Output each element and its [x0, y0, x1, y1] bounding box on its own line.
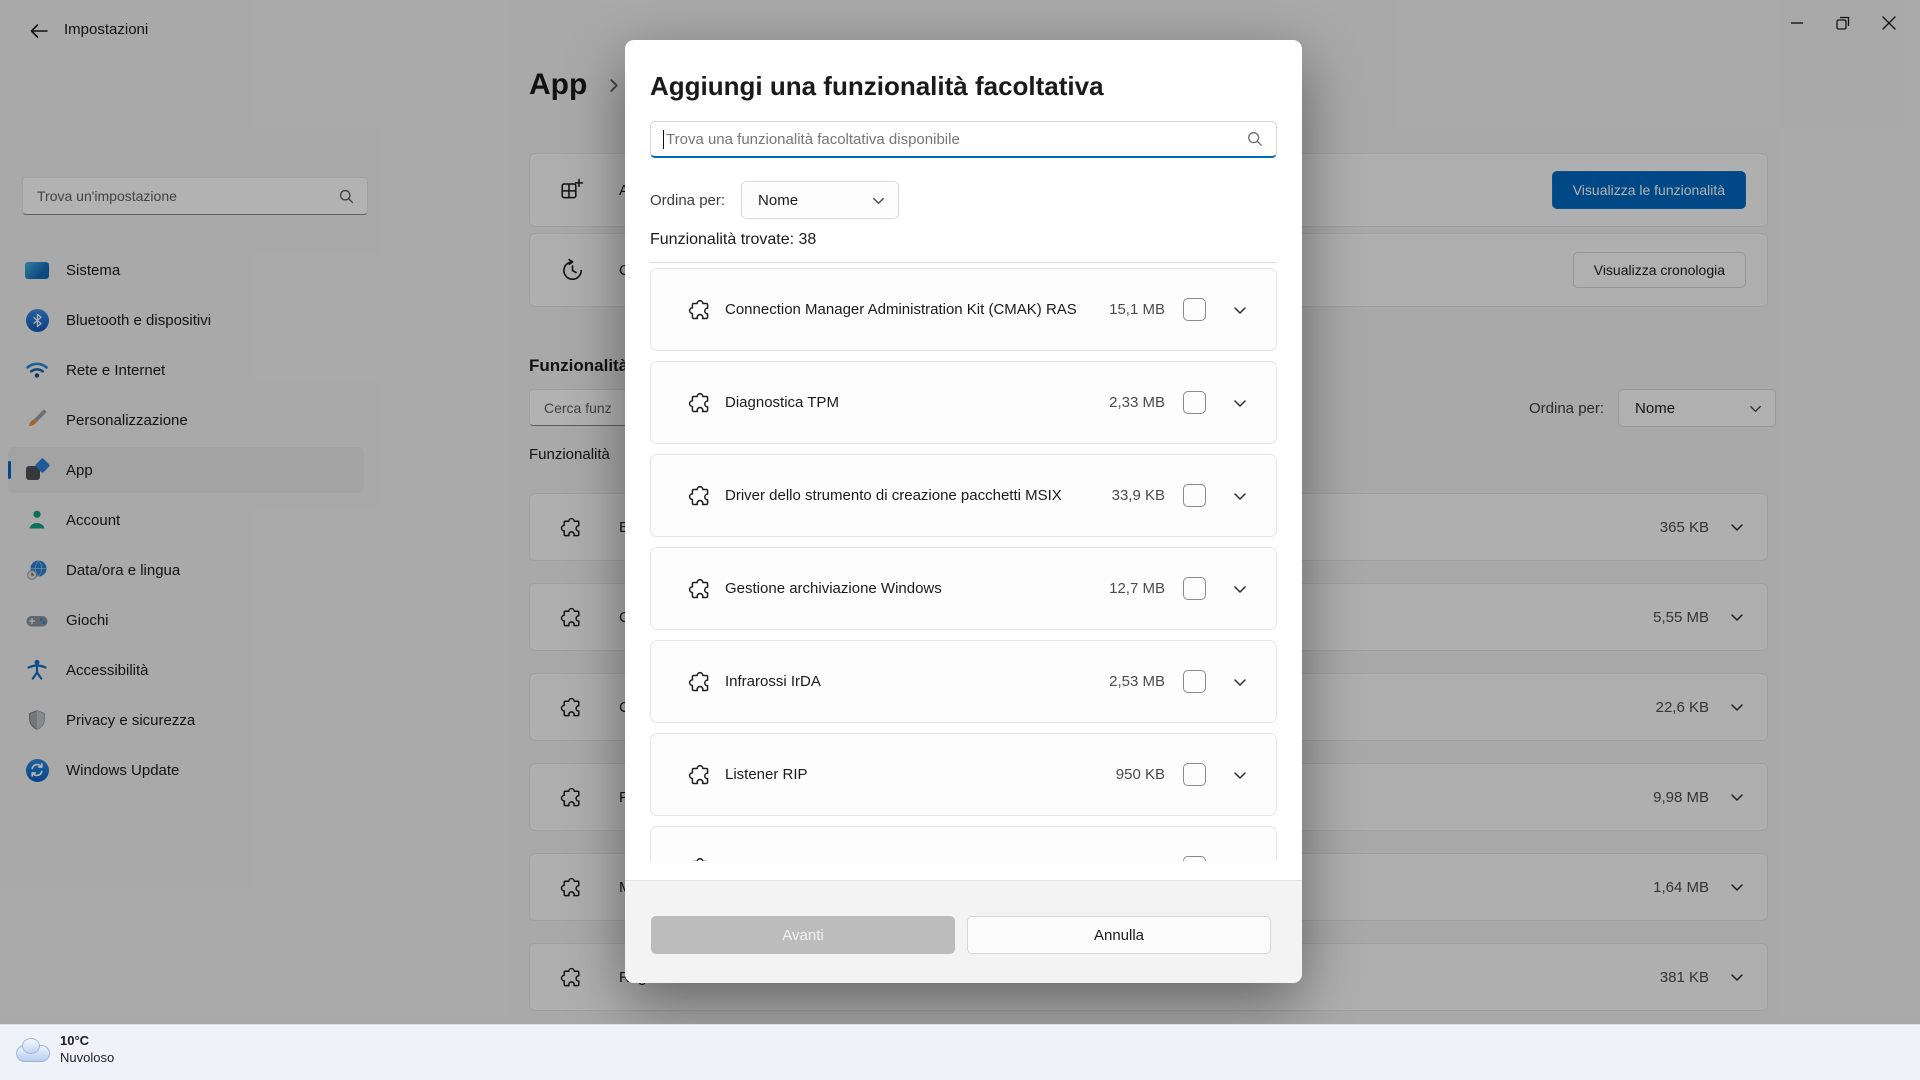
chevron-down-icon[interactable]	[1232, 674, 1248, 690]
feature-size: 33,9 KB	[1112, 487, 1165, 504]
add-optional-feature-dialog: Aggiungi una funzionalità facoltativa Tr…	[625, 40, 1302, 983]
feature-checkbox[interactable]	[1183, 670, 1206, 693]
puzzle-icon	[687, 855, 713, 862]
taskbar: 10°C Nuvoloso	[0, 1024, 1920, 1080]
chevron-down-icon[interactable]	[1232, 302, 1248, 318]
puzzle-icon	[687, 390, 713, 416]
next-button[interactable]: Avanti	[651, 916, 955, 954]
sort-label: Ordina per:	[650, 192, 725, 209]
feature-size: 12,7 MB	[1109, 580, 1165, 597]
dialog-title: Aggiungi una funzionalità facoltativa	[650, 71, 1104, 102]
puzzle-icon	[687, 297, 713, 323]
dialog-search-placeholder: Trova una funzionalità facoltativa dispo…	[666, 131, 1246, 148]
weather-temperature: 10°C	[60, 1032, 114, 1049]
optional-feature-row[interactable]: Gestione archiviazione Windows 12,7 MB	[650, 547, 1277, 630]
optional-feature-row[interactable]: Driver dello strumento di creazione pacc…	[650, 454, 1277, 537]
puzzle-icon	[687, 762, 713, 788]
text-cursor	[663, 130, 664, 149]
cancel-button[interactable]: Annulla	[967, 916, 1271, 954]
dialog-sort-dropdown[interactable]: Nome	[741, 181, 899, 219]
results-count: Funzionalità trovate: 38	[650, 231, 816, 249]
feature-checkbox[interactable]	[1183, 763, 1206, 786]
chevron-down-icon[interactable]	[1232, 767, 1248, 783]
dialog-search-input[interactable]: Trova una funzionalità facoltativa dispo…	[650, 121, 1277, 158]
puzzle-icon	[687, 576, 713, 602]
optional-feature-row[interactable]: Microsoft WebDriver 178 KB	[650, 826, 1277, 861]
chevron-down-icon	[871, 193, 886, 208]
feature-size: 178 KB	[1116, 859, 1165, 861]
feature-name: Gestione archiviazione Windows	[725, 579, 1097, 599]
cloud-icon	[14, 1037, 50, 1061]
chevron-down-icon[interactable]	[1232, 488, 1248, 504]
feature-name: Connection Manager Administration Kit (C…	[725, 300, 1097, 320]
sort-value: Nome	[758, 192, 798, 209]
optional-feature-row[interactable]: Infrarossi IrDA 2,53 MB	[650, 640, 1277, 723]
weather-condition: Nuvoloso	[60, 1049, 114, 1066]
feature-checkbox[interactable]	[1183, 484, 1206, 507]
optional-feature-row[interactable]: Connection Manager Administration Kit (C…	[650, 268, 1277, 351]
puzzle-icon	[687, 483, 713, 509]
dialog-footer: Avanti Annulla	[625, 880, 1302, 983]
feature-size: 2,53 MB	[1109, 673, 1165, 690]
feature-name: Microsoft WebDriver	[725, 858, 1097, 861]
chevron-down-icon[interactable]	[1232, 860, 1248, 862]
feature-size: 950 KB	[1116, 766, 1165, 783]
puzzle-icon	[687, 669, 713, 695]
dialog-sort-control: Ordina per: Nome	[650, 181, 899, 219]
feature-size: 15,1 MB	[1109, 301, 1165, 318]
feature-name: Diagnostica TPM	[725, 393, 1097, 413]
feature-name: Infrarossi IrDA	[725, 672, 1097, 692]
weather-widget[interactable]: 10°C Nuvoloso	[14, 1032, 114, 1066]
chevron-down-icon[interactable]	[1232, 581, 1248, 597]
optional-features-list[interactable]: Connection Manager Administration Kit (C…	[650, 267, 1277, 861]
feature-checkbox[interactable]	[1183, 577, 1206, 600]
chevron-down-icon[interactable]	[1232, 395, 1248, 411]
feature-name: Driver dello strumento di creazione pacc…	[725, 486, 1097, 506]
feature-name: Listener RIP	[725, 765, 1097, 785]
optional-feature-row[interactable]: Listener RIP 950 KB	[650, 733, 1277, 816]
feature-checkbox[interactable]	[1183, 391, 1206, 414]
divider	[650, 262, 1277, 263]
feature-checkbox[interactable]	[1183, 298, 1206, 321]
feature-size: 2,33 MB	[1109, 394, 1165, 411]
search-icon	[1246, 130, 1264, 148]
feature-checkbox[interactable]	[1183, 856, 1206, 861]
optional-feature-row[interactable]: Diagnostica TPM 2,33 MB	[650, 361, 1277, 444]
